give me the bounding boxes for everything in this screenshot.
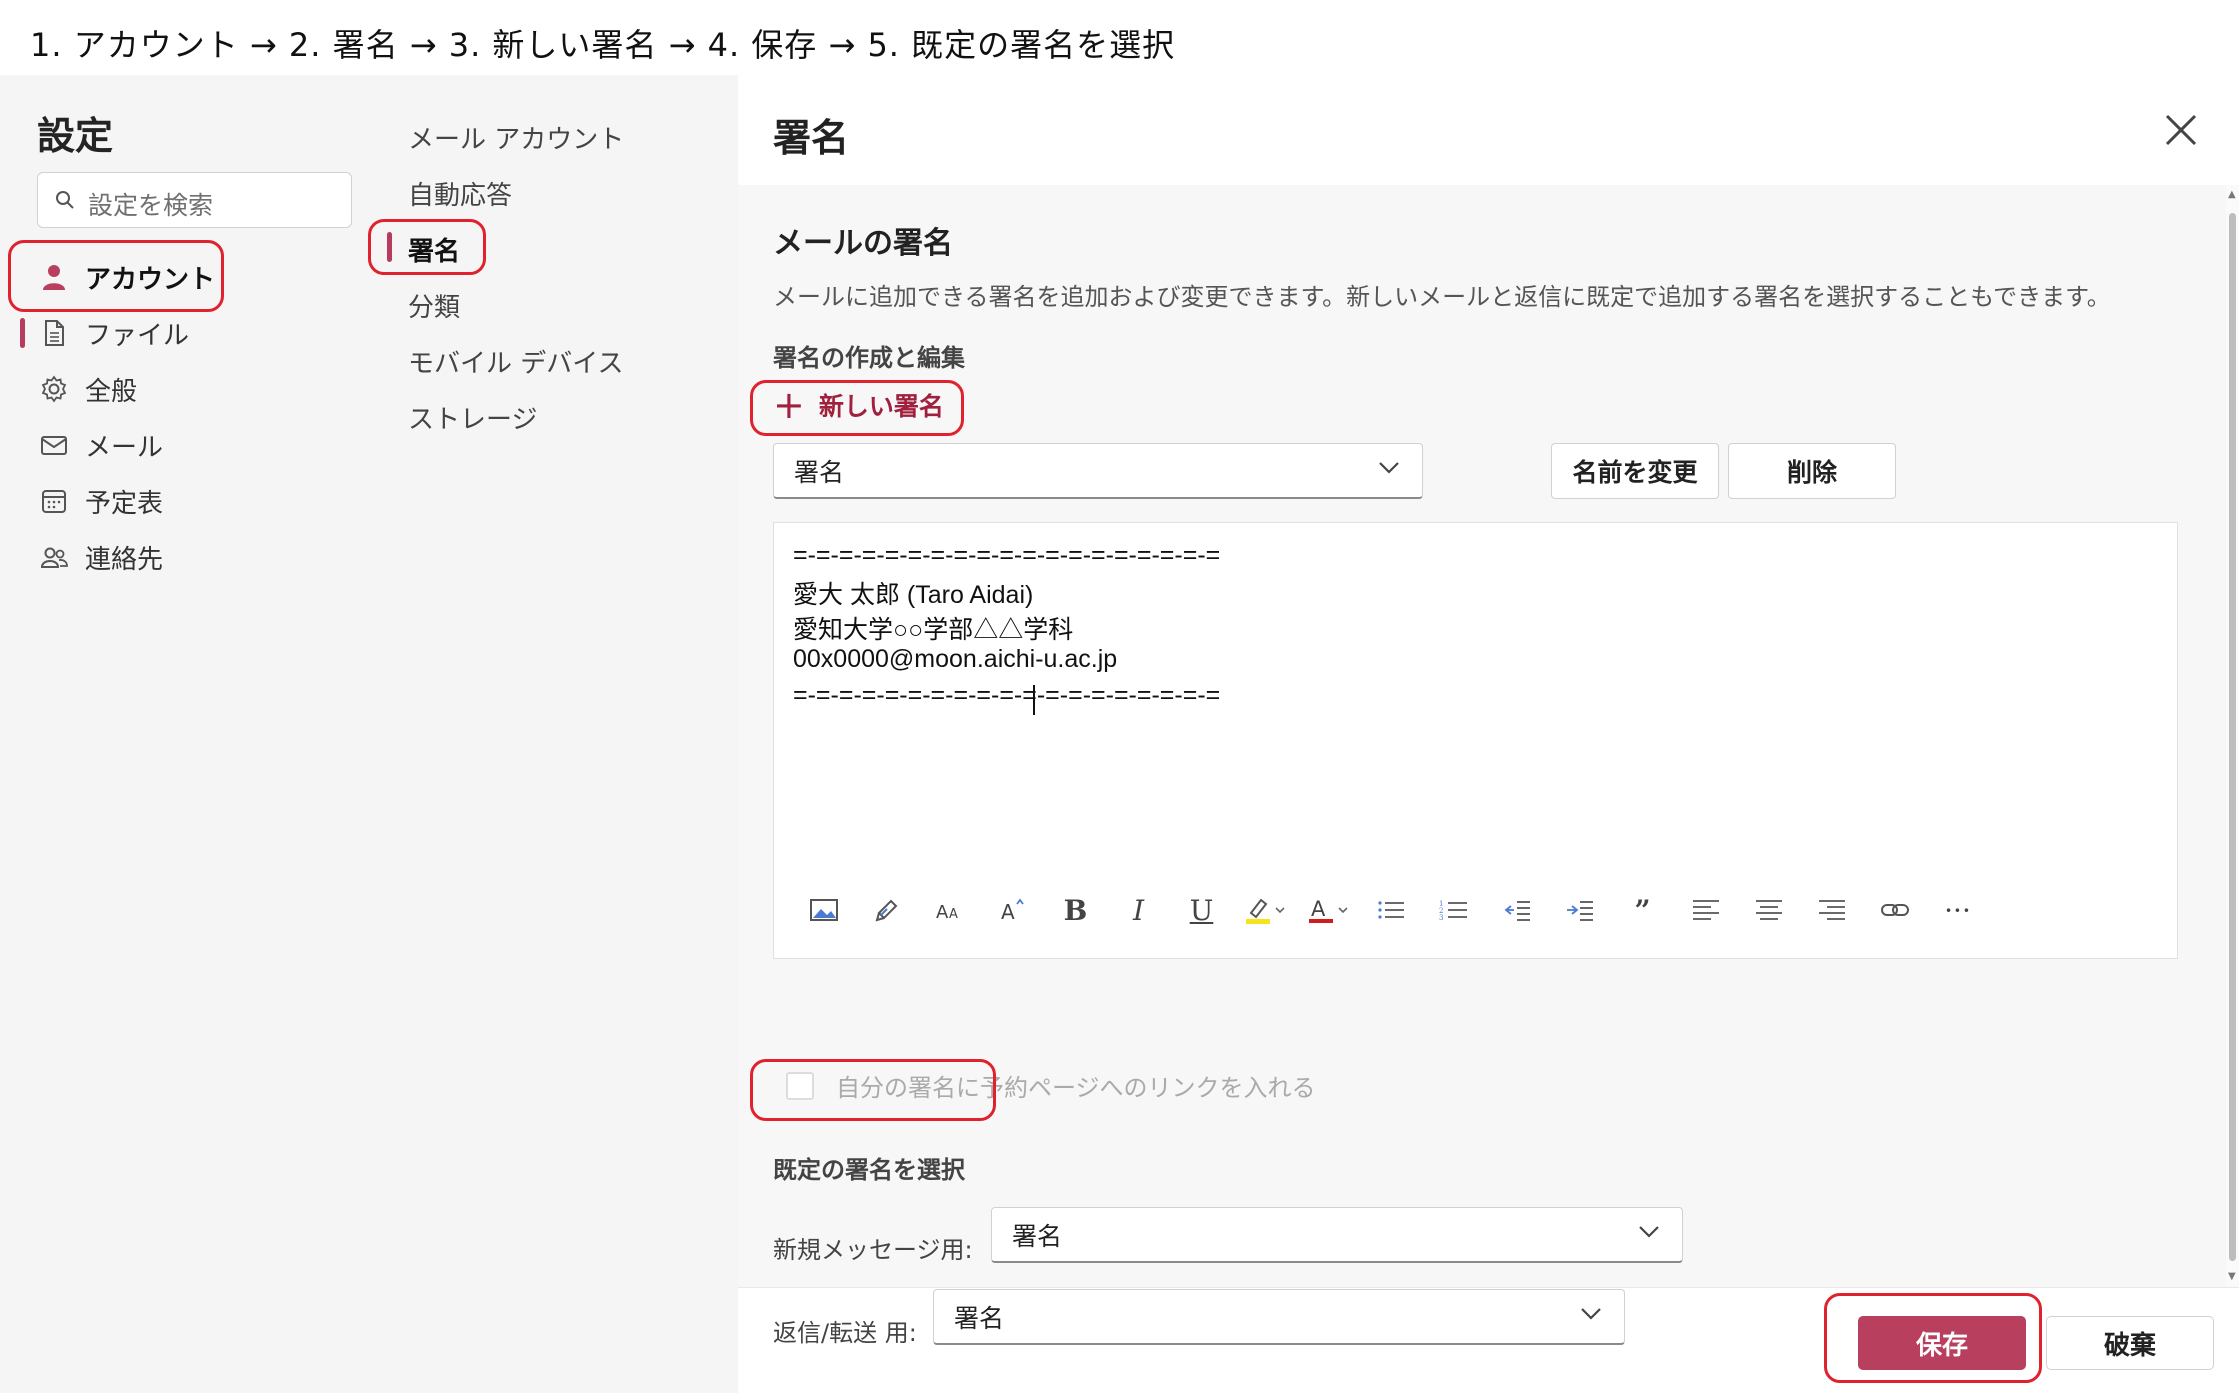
subnav-mail-accounts[interactable]: メール アカウント bbox=[408, 119, 624, 156]
insert-picture-icon[interactable] bbox=[792, 885, 855, 935]
font-color-icon[interactable]: A bbox=[1296, 885, 1359, 935]
default-signature-heading: 既定の署名を選択 bbox=[773, 1156, 965, 1184]
svg-text:A: A bbox=[936, 902, 949, 923]
discard-button[interactable]: 破棄 bbox=[2046, 1316, 2214, 1370]
bullet-list-icon[interactable] bbox=[1359, 885, 1422, 935]
subnav-categories[interactable]: 分類 bbox=[408, 287, 460, 324]
svg-text:A: A bbox=[1311, 897, 1326, 921]
italic-icon[interactable]: I bbox=[1107, 885, 1170, 935]
nav-label: 予定表 bbox=[85, 488, 164, 519]
person-icon bbox=[37, 260, 71, 294]
scroll-down-icon[interactable]: ▼ bbox=[2228, 1271, 2236, 1282]
booking-link-label: 自分の署名に予約ページへのリンクを入れる bbox=[836, 1074, 1316, 1102]
nav-item-general[interactable]: 全般 bbox=[37, 365, 337, 413]
rename-button[interactable]: 名前を変更 bbox=[1551, 443, 1719, 499]
subnav-auto-replies[interactable]: 自動応答 bbox=[408, 175, 512, 212]
new-message-label: 新規メッセージ用: bbox=[773, 1236, 973, 1264]
bold-icon[interactable]: B bbox=[1044, 885, 1107, 935]
signature-line: 00x0000@moon.aichi-u.ac.jp bbox=[793, 645, 1118, 673]
create-edit-heading: 署名の作成と編集 bbox=[773, 344, 965, 372]
nav-label: メール bbox=[85, 432, 164, 463]
subnav-storage[interactable]: ストレージ bbox=[408, 399, 537, 436]
save-button[interactable]: 保存 bbox=[1858, 1316, 2026, 1370]
instruction-text: 1. アカウント → 2. 署名 → 3. 新しい署名 → 4. 保存 → 5.… bbox=[30, 26, 1176, 64]
nav-item-account[interactable]: アカウント bbox=[37, 253, 337, 301]
active-nav-indicator bbox=[20, 318, 25, 348]
chevron-down-icon bbox=[1581, 1307, 1601, 1320]
signature-line: =-=-=-=-=-=-=-=-=-=-=-=-=-=-=-=-=-=-= bbox=[793, 681, 1221, 709]
section-title: メールの署名 bbox=[773, 226, 953, 261]
new-signature-label: 新しい署名 bbox=[818, 392, 944, 421]
numbered-list-icon[interactable]: 123 bbox=[1422, 885, 1485, 935]
font-size-icon[interactable]: AA bbox=[918, 885, 981, 935]
decrease-indent-icon[interactable] bbox=[1485, 885, 1548, 935]
close-icon bbox=[2165, 114, 2197, 146]
mail-icon bbox=[37, 428, 71, 462]
calendar-icon bbox=[37, 484, 71, 518]
nav-item-contacts[interactable]: 連絡先 bbox=[37, 533, 337, 581]
search-icon bbox=[54, 189, 78, 213]
scroll-up-icon[interactable]: ▲ bbox=[2228, 189, 2236, 200]
svg-text:3: 3 bbox=[1439, 914, 1443, 922]
align-left-icon[interactable] bbox=[1674, 885, 1737, 935]
new-signature-button[interactable]: + 新しい署名 bbox=[773, 380, 944, 430]
plus-icon: + bbox=[773, 383, 805, 427]
reply-signature-value: 署名 bbox=[954, 1303, 1005, 1333]
section-description: メールに追加できる署名を追加および変更できます。新しいメールと返信に既定で追加す… bbox=[773, 283, 2111, 311]
signature-line: =-=-=-=-=-=-=-=-=-=-=-=-=-=-=-=-=-=-= bbox=[793, 541, 1221, 569]
nav-item-mail[interactable]: メール bbox=[37, 421, 337, 469]
format-painter-icon[interactable] bbox=[855, 885, 918, 935]
nav-label: 連絡先 bbox=[85, 544, 164, 575]
underline-icon[interactable]: U bbox=[1170, 885, 1233, 935]
reply-label: 返信/転送 用: bbox=[773, 1319, 917, 1347]
quote-icon[interactable]: ” bbox=[1611, 885, 1674, 935]
nav-item-calendar[interactable]: 予定表 bbox=[37, 477, 337, 525]
gear-icon bbox=[37, 372, 71, 406]
new-message-signature-value: 署名 bbox=[1012, 1221, 1063, 1251]
close-button[interactable] bbox=[2161, 110, 2201, 150]
link-icon[interactable] bbox=[1863, 885, 1926, 935]
signature-select-value: 署名 bbox=[794, 457, 845, 487]
align-center-icon[interactable] bbox=[1737, 885, 1800, 935]
search-placeholder: 設定を検索 bbox=[88, 191, 214, 220]
panel-title: 署名 bbox=[773, 116, 850, 160]
new-message-signature-select[interactable]: 署名 bbox=[991, 1207, 1683, 1263]
nav-item-files[interactable]: ファイル bbox=[37, 309, 337, 357]
panel-content: メールの署名 メールに追加できる署名を追加および変更できます。新しいメールと返信… bbox=[738, 185, 2226, 1347]
settings-title: 設定 bbox=[37, 114, 114, 158]
people-icon bbox=[37, 540, 71, 574]
increase-indent-icon[interactable] bbox=[1548, 885, 1611, 935]
settings-pane: 設定 設定を検索 アカウント ファイル 全般 メール 予定表 連絡先 メール ア… bbox=[0, 75, 738, 1393]
delete-button[interactable]: 削除 bbox=[1728, 443, 1896, 499]
svg-text:A: A bbox=[1001, 900, 1015, 924]
reply-signature-select[interactable]: 署名 bbox=[933, 1289, 1625, 1345]
signature-select[interactable]: 署名 bbox=[773, 443, 1423, 499]
settings-search-input[interactable]: 設定を検索 bbox=[37, 172, 352, 228]
grow-font-icon[interactable]: A bbox=[981, 885, 1044, 935]
align-right-icon[interactable] bbox=[1800, 885, 1863, 935]
more-options-icon[interactable]: ··· bbox=[1926, 885, 1989, 935]
signature-editor[interactable]: =-=-=-=-=-=-=-=-=-=-=-=-=-=-=-=-=-=-= 愛大… bbox=[773, 522, 2178, 959]
chevron-down-icon bbox=[1379, 461, 1399, 474]
chevron-down-icon bbox=[1639, 1225, 1659, 1238]
signature-line: 愛大 太郎 (Taro Aidai) bbox=[793, 581, 1034, 609]
footer-divider bbox=[738, 1287, 2239, 1288]
subnav-signatures[interactable]: 署名 bbox=[408, 231, 460, 268]
booking-link-checkbox[interactable] bbox=[786, 1071, 814, 1100]
nav-label: ファイル bbox=[85, 320, 190, 351]
text-caret bbox=[1033, 685, 1035, 715]
nav-label: 全般 bbox=[85, 376, 138, 407]
signature-panel: 署名 メールの署名 メールに追加できる署名を追加および変更できます。新しいメール… bbox=[738, 75, 2239, 1393]
nav-label: アカウント bbox=[85, 264, 216, 295]
scrollbar-thumb[interactable] bbox=[2229, 213, 2236, 1261]
signature-line: 愛知大学○○学部△△学科 bbox=[793, 616, 1074, 644]
active-subnav-indicator bbox=[387, 232, 392, 262]
svg-text:A: A bbox=[949, 907, 958, 922]
booking-link-option: 自分の署名に予約ページへのリンクを入れる bbox=[786, 1068, 1316, 1103]
scrollbar[interactable]: ▲ ▼ bbox=[2226, 185, 2239, 1287]
highlight-icon[interactable] bbox=[1233, 885, 1296, 935]
subnav-mobile-devices[interactable]: モバイル デバイス bbox=[408, 343, 624, 380]
format-toolbar: AA A B I U A 123 ” ··· bbox=[792, 885, 1989, 935]
file-icon bbox=[37, 316, 71, 350]
